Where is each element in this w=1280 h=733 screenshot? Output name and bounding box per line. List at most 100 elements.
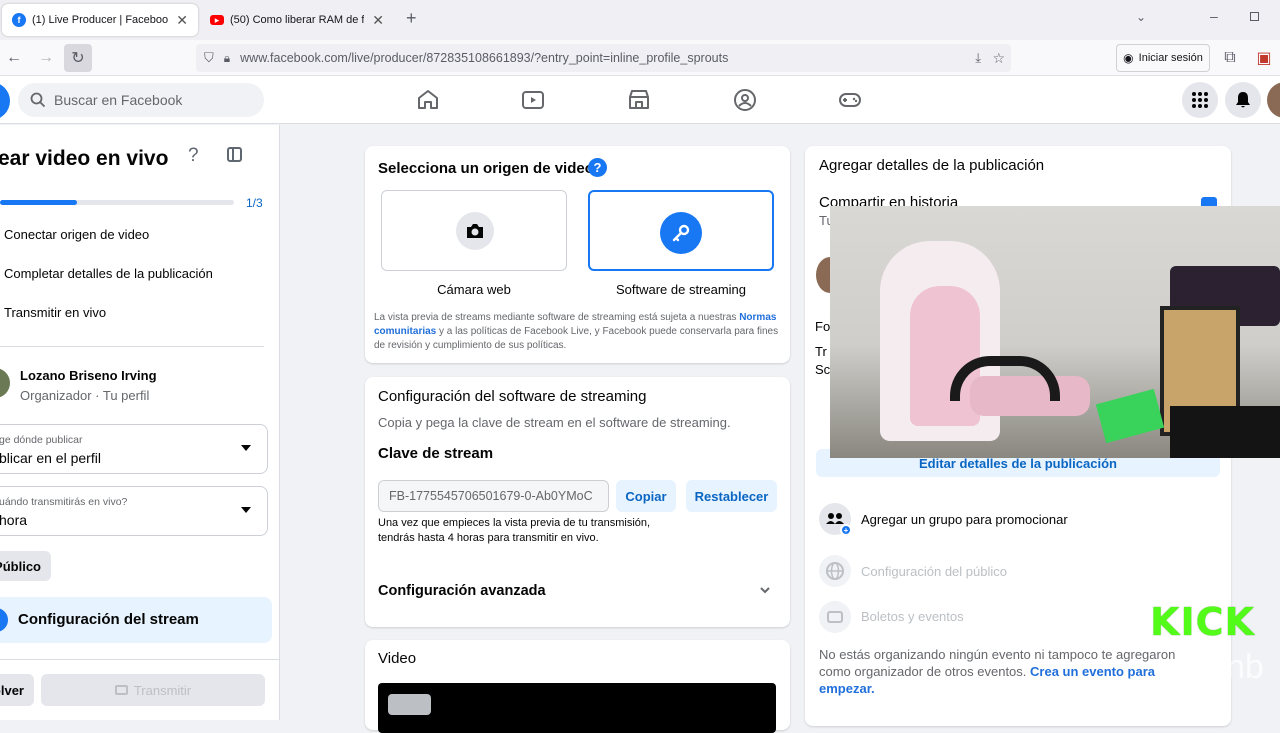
forward-button[interactable]: → (32, 44, 60, 72)
help-icon[interactable]: ? (588, 158, 607, 177)
browser-tab-bar: f (1) Live Producer | Facebook ✕ ▸ (50) … (0, 0, 1280, 40)
copy-button[interactable]: Copiar (616, 480, 676, 512)
facebook-header: Buscar en Facebook (0, 76, 1280, 124)
watermark-text: nb (1226, 648, 1264, 686)
broadcast-button[interactable]: Transmitir (41, 674, 265, 706)
facebook-logo-icon[interactable] (0, 82, 10, 120)
camera-icon (114, 685, 128, 695)
account-icon: ◉ (1123, 51, 1134, 65)
extension-badge-icon[interactable]: ▣ (1250, 44, 1278, 72)
globe-icon (819, 555, 851, 587)
profile-avatar[interactable] (1267, 82, 1280, 118)
policy-note: La vista previa de streams mediante soft… (374, 311, 784, 353)
profile-name: Lozano Briseno Irving (20, 368, 157, 383)
new-tab-button[interactable]: + (406, 8, 417, 29)
gaming-icon[interactable] (838, 88, 862, 112)
extensions-icon[interactable]: ⧉ (1216, 44, 1244, 72)
schedule-select[interactable]: uándo transmitirás en vivo? hora (0, 486, 268, 536)
menu-button[interactable] (1182, 82, 1218, 118)
advanced-config-toggle[interactable]: Configuración avanzada (378, 583, 546, 599)
tab-list-icon[interactable]: ⌄ (1136, 10, 1146, 24)
stream-key-input[interactable]: FB-1775545706501679-0-Ab0YMoC (378, 480, 609, 512)
step-go-live[interactable]: Transmitir en vivo (4, 305, 106, 320)
stream-config-label: Configuración del stream (18, 611, 199, 628)
dropdown-caret-icon (241, 445, 251, 451)
help-icon[interactable]: ? (188, 145, 199, 167)
card-title: Video (378, 650, 417, 667)
sign-in-button[interactable]: ◉ Iniciar sesión (1116, 44, 1210, 72)
select-label: uándo transmitirás en vivo? (0, 496, 128, 508)
video-placeholder-bar (388, 694, 431, 715)
avatar (0, 368, 10, 398)
tab-title: (50) Como liberar RAM de form (230, 14, 365, 26)
video-preview-card: Video (365, 640, 790, 733)
address-bar[interactable]: ⛉ 🔒︎ www.facebook.com/live/producer/8728… (196, 44, 1011, 72)
home-icon[interactable] (416, 88, 440, 112)
lock-icon: 🔒︎ (223, 50, 231, 65)
stream-config-nav-item[interactable]: Configuración del stream (0, 597, 272, 643)
tab-title: (1) Live Producer | Facebook (32, 14, 169, 26)
download-page-icon[interactable]: ⤓ (975, 50, 981, 66)
kick-logo: KICK (1150, 600, 1255, 644)
card-title: Selecciona un origen de video (378, 160, 594, 177)
streaming-software-config-card: Configuración del software de streaming … (365, 377, 790, 627)
tab-youtube[interactable]: ▸ (50) Como liberar RAM de form ✕ (200, 4, 394, 36)
marketplace-icon[interactable] (627, 88, 651, 112)
policy-text: La vista previa de streams mediante soft… (374, 312, 737, 323)
reset-button[interactable]: Restablecer (686, 480, 777, 512)
bookmark-star-icon[interactable]: ☆ (992, 50, 1005, 67)
card-title: Configuración del software de streaming (378, 388, 647, 405)
video-preview (378, 683, 776, 733)
back-button[interactable]: ← (0, 44, 28, 72)
streaming-software-option[interactable] (588, 190, 774, 271)
sign-in-label: Iniciar sesión (1138, 52, 1203, 64)
tab-live-producer[interactable]: f (1) Live Producer | Facebook ✕ (2, 4, 198, 36)
maximize-button[interactable] (1250, 12, 1259, 21)
streaming-software-label: Software de streaming (615, 282, 747, 297)
form-label: Fo (815, 319, 831, 334)
page-title: ear video en vivo (0, 147, 169, 170)
search-icon (30, 92, 46, 108)
bell-icon (1236, 92, 1250, 108)
group-icon: + (819, 503, 852, 536)
divider (0, 659, 280, 660)
card-title: Agregar detalles de la publicación (819, 157, 1045, 174)
webcam-option[interactable] (381, 190, 567, 271)
close-tab-icon[interactable]: ✕ (176, 12, 188, 29)
add-group-link[interactable]: Agregar un grupo para promocionar (861, 512, 1068, 527)
webcam-overlay (830, 206, 1280, 458)
step-connect-source[interactable]: Conectar origen de video (4, 227, 149, 242)
step-complete-details[interactable]: Completar detalles de la publicación (4, 266, 213, 281)
close-tab-icon[interactable]: ✕ (372, 12, 384, 29)
collapse-panel-icon[interactable] (227, 147, 242, 162)
select-value: hora (0, 512, 28, 528)
dark-foreground-object (1170, 406, 1280, 458)
form-label: Sc (815, 362, 831, 377)
select-label: ge dónde publicar (0, 434, 83, 446)
stream-key-label: Clave de stream (378, 445, 494, 462)
facebook-search-input[interactable]: Buscar en Facebook (18, 83, 264, 117)
reload-button[interactable]: ↻ (64, 44, 92, 72)
audience-config-item[interactable]: Configuración del público (861, 564, 1007, 579)
select-value: blicar en el perfil (0, 450, 101, 466)
tickets-events-item[interactable]: Boletos y eventos (861, 609, 964, 624)
audience-button[interactable]: Público (0, 551, 51, 581)
events-note: No estás organizando ningún evento ni ta… (819, 646, 1199, 697)
minimize-button[interactable]: – (1210, 8, 1218, 24)
shield-icon: ⛉ (204, 50, 214, 65)
watch-icon[interactable] (521, 88, 545, 112)
back-button[interactable]: olver (0, 674, 34, 706)
chevron-down-icon[interactable] (759, 583, 771, 595)
groups-icon[interactable] (733, 88, 757, 112)
profile-role: Organizador · Tu perfil (20, 388, 150, 403)
key-icon (660, 212, 702, 254)
notifications-button[interactable] (1225, 82, 1261, 118)
search-placeholder: Buscar en Facebook (54, 92, 183, 108)
broadcast-label: Transmitir (133, 682, 192, 698)
divider (0, 346, 264, 347)
ticket-icon (819, 601, 851, 633)
post-location-select[interactable]: ge dónde publicar blicar en el perfil (0, 424, 268, 474)
youtube-icon: ▸ (210, 15, 224, 25)
dropdown-caret-icon (241, 507, 251, 513)
url-text: www.facebook.com/live/producer/872835108… (240, 51, 729, 65)
